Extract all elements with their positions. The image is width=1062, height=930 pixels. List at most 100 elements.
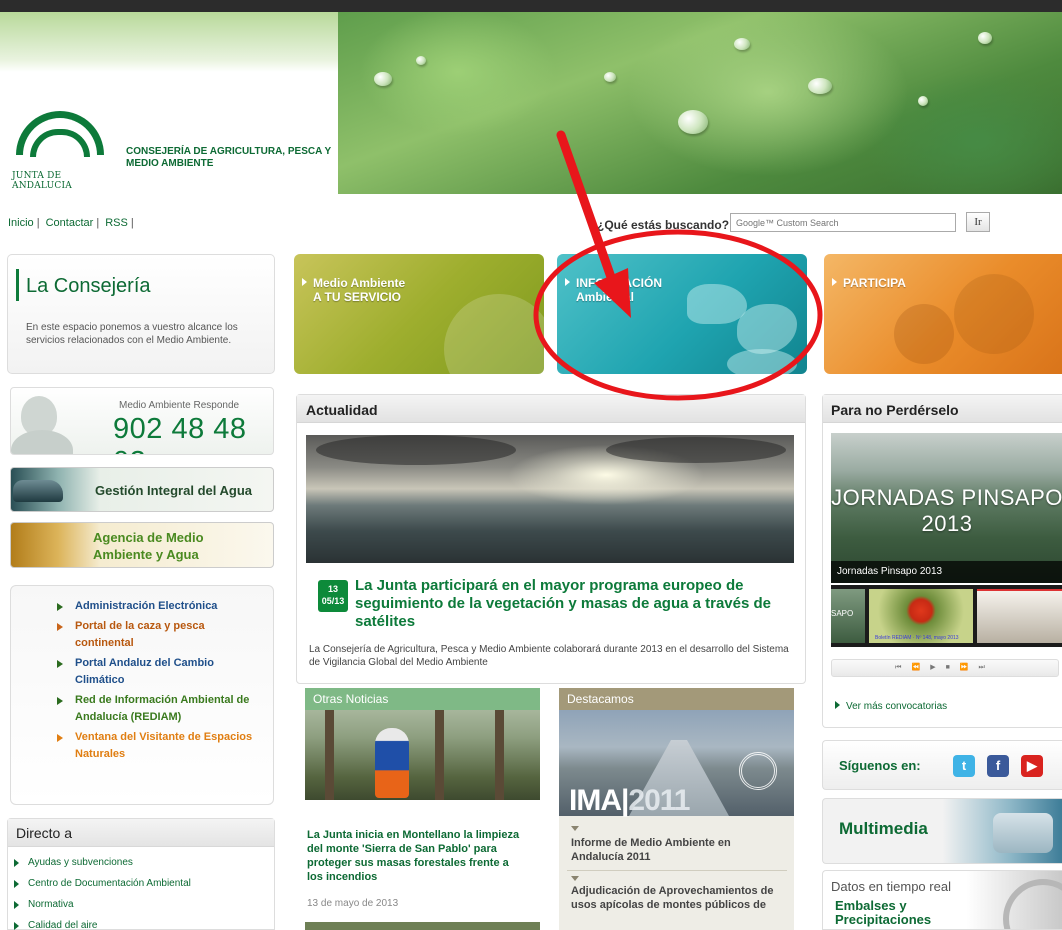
- pinsapo-title-line2: 2013: [921, 511, 973, 536]
- service-link-label: Ventana del Visitante de Espacios Natura…: [75, 731, 253, 760]
- banner-participa[interactable]: PARTICIPA: [824, 254, 1062, 374]
- destacamos-item[interactable]: Informe de Medio Ambiente en Andalucía 2…: [571, 836, 781, 864]
- destacamos-title: Destacamos: [559, 688, 794, 710]
- news-lead: La Consejería de Agricultura, Pesca y Me…: [309, 644, 789, 668]
- service-link[interactable]: Ventana del Visitante de Espacios Natura…: [57, 729, 262, 763]
- triangle-bullet-icon: [302, 278, 307, 286]
- directo-link-label: Ayudas y subvenciones: [28, 857, 133, 868]
- car-icon: [13, 480, 63, 502]
- directo-link[interactable]: Calidad del aire: [14, 920, 191, 930]
- map-decoration: [737, 304, 797, 354]
- service-link[interactable]: Portal de la caza y pesca continental: [57, 618, 262, 652]
- service-link[interactable]: Portal Andaluz del Cambio Climático: [57, 655, 262, 689]
- otras-noticias-panel: Otras Noticias La Junta inicia en Montel…: [305, 688, 540, 930]
- logo-text: JUNTA DE ANDALUCIA: [12, 171, 72, 191]
- triangle-bullet-icon: [14, 859, 19, 867]
- slideshow-controls[interactable]: ⏮⏪▶■⏩⏭: [831, 659, 1059, 677]
- search-button[interactable]: Ir: [966, 212, 990, 232]
- chevron-down-icon: [571, 826, 579, 831]
- date-badge: 13 05/13: [318, 580, 348, 612]
- multimedia-label: Multimedia: [839, 819, 928, 838]
- gestion-agua-button[interactable]: Gestión Integral del Agua: [10, 467, 274, 512]
- water-drop-icon: [918, 96, 928, 106]
- banner-medio-line2: A TU SERVICIO: [313, 290, 402, 304]
- consejeria-name: CONSEJERÍA DE AGRICULTURA, PESCA Y MEDIO…: [126, 146, 332, 169]
- next-news-photo: [305, 922, 540, 930]
- pinsapo-slide[interactable]: JORNADAS PINSAPO 2013 Jornadas Pinsapo 2…: [831, 433, 1062, 583]
- consejeria-panel: La Consejería En este espacio ponemos a …: [7, 254, 275, 374]
- directo-title: Directo a: [16, 825, 73, 841]
- nav-link-rss[interactable]: RSS: [105, 217, 128, 229]
- tiempo-label: Datos en tiempo real: [831, 879, 951, 894]
- otras-noticias-photo[interactable]: [305, 710, 540, 800]
- ver-mas-link[interactable]: Ver más convocatorias: [835, 701, 947, 712]
- destacamos-panel: Destacamos IMA|2011 Informe de Medio Amb…: [559, 688, 794, 930]
- facebook-icon[interactable]: f: [987, 755, 1009, 777]
- triangle-bullet-icon: [14, 922, 19, 930]
- water-drop-icon: [416, 56, 426, 65]
- ima-2011-banner[interactable]: IMA|2011: [559, 710, 794, 817]
- site-header: JUNTA DE ANDALUCIA CONSEJERÍA DE AGRICUL…: [0, 0, 1062, 195]
- ima-text: IMA: [569, 784, 622, 817]
- film-reel-icon: [993, 813, 1053, 853]
- water-drop-icon: [808, 78, 832, 94]
- map-decoration: [687, 284, 747, 324]
- directo-link[interactable]: Ayudas y subvenciones: [14, 857, 191, 868]
- banner-medio-line1: Medio Ambiente: [313, 276, 406, 290]
- service-link[interactable]: Administración Electrónica: [57, 598, 262, 615]
- datos-tiempo-real-button[interactable]: Datos en tiempo real Embalses y Precipit…: [822, 870, 1062, 930]
- tree-decoration: [325, 710, 334, 800]
- banner-info-line2: Ambiental: [576, 290, 635, 304]
- service-link-label: Portal de la caza y pesca continental: [75, 620, 205, 649]
- consejeria-description: En este espacio ponemos a vuestro alcanc…: [26, 322, 238, 346]
- banner-informacion-ambiental[interactable]: INFORMACIÓN Ambiental: [557, 254, 807, 374]
- banner-medio-label: Medio Ambiente A TU SERVICIO: [302, 276, 405, 304]
- agencia-button[interactable]: Agencia de Medio Ambiente y Agua: [10, 522, 274, 568]
- triangle-bullet-icon: [565, 278, 570, 286]
- thumbnail-strip: SAPO Boletín REDIAM · Nº 148, mayo 2013: [831, 585, 1062, 647]
- agencia-label: Agencia de Medio Ambiente y Agua: [93, 530, 204, 562]
- directo-link[interactable]: Normativa: [14, 899, 191, 910]
- separator: |: [130, 217, 134, 229]
- ima-logo-text: IMA|2011: [569, 784, 691, 817]
- tiempo-title-line2: Precipitaciones: [835, 912, 932, 927]
- youtube-icon[interactable]: ▶: [1021, 755, 1043, 777]
- service-link[interactable]: Red de Información Ambiental de Andalucí…: [57, 692, 262, 726]
- banner-medio-ambiente[interactable]: Medio Ambiente A TU SERVICIO: [294, 254, 544, 374]
- junta-logo[interactable]: JUNTA DE ANDALUCIA: [12, 105, 112, 191]
- triangle-bullet-icon: [57, 734, 63, 742]
- triangle-bullet-icon: [57, 603, 63, 611]
- thumbnail[interactable]: [977, 589, 1062, 643]
- consejeria-title[interactable]: La Consejería: [26, 275, 151, 298]
- news-headline[interactable]: La Junta participará en el mayor program…: [355, 577, 795, 631]
- pinsapo-title-line1: JORNADAS PINSAPO: [831, 485, 1062, 510]
- responde-panel[interactable]: Medio Ambiente Responde 902 48 48 02: [10, 387, 274, 455]
- chevron-down-icon: [571, 876, 579, 881]
- gestion-agua-label: Gestión Integral del Agua: [95, 483, 252, 498]
- date-badge-day: 13: [327, 584, 338, 594]
- water-drop-icon: [734, 38, 750, 50]
- water-drop-icon: [978, 32, 992, 44]
- service-link-label: Administración Electrónica: [75, 600, 218, 612]
- siguenos-label: Síguenos en:: [839, 758, 921, 773]
- nav-link-inicio[interactable]: Inicio: [8, 217, 34, 229]
- thumbnail[interactable]: Boletín REDIAM · Nº 148, mayo 2013: [869, 589, 973, 643]
- destacamos-item[interactable]: Adjudicación de Aprovechamientos de usos…: [571, 884, 781, 912]
- gauge-icon: [1003, 879, 1062, 929]
- pinsapo-title: JORNADAS PINSAPO 2013: [831, 485, 1062, 537]
- nav-link-contactar[interactable]: Contactar: [46, 217, 94, 229]
- directo-panel: Directo a Ayudas y subvenciones Centro d…: [7, 818, 275, 930]
- multimedia-button[interactable]: Multimedia: [822, 798, 1062, 864]
- responde-label: Medio Ambiente Responde: [119, 400, 240, 411]
- utility-nav: Inicio | Contactar | RSS |: [8, 217, 137, 229]
- search-input[interactable]: [730, 213, 956, 232]
- triangle-bullet-icon: [57, 697, 63, 705]
- tiempo-title: Embalses y Precipitaciones: [835, 899, 931, 927]
- directo-link[interactable]: Centro de Documentación Ambiental: [14, 878, 191, 889]
- otras-noticias-headline[interactable]: La Junta inicia en Montellano la limpiez…: [307, 828, 527, 884]
- twitter-icon[interactable]: t: [953, 755, 975, 777]
- thumbnail[interactable]: SAPO: [831, 589, 865, 643]
- pinsapo-caption: Jornadas Pinsapo 2013: [831, 561, 1062, 583]
- news-hero-photo[interactable]: [306, 435, 794, 563]
- ima-year: 2011: [628, 784, 690, 817]
